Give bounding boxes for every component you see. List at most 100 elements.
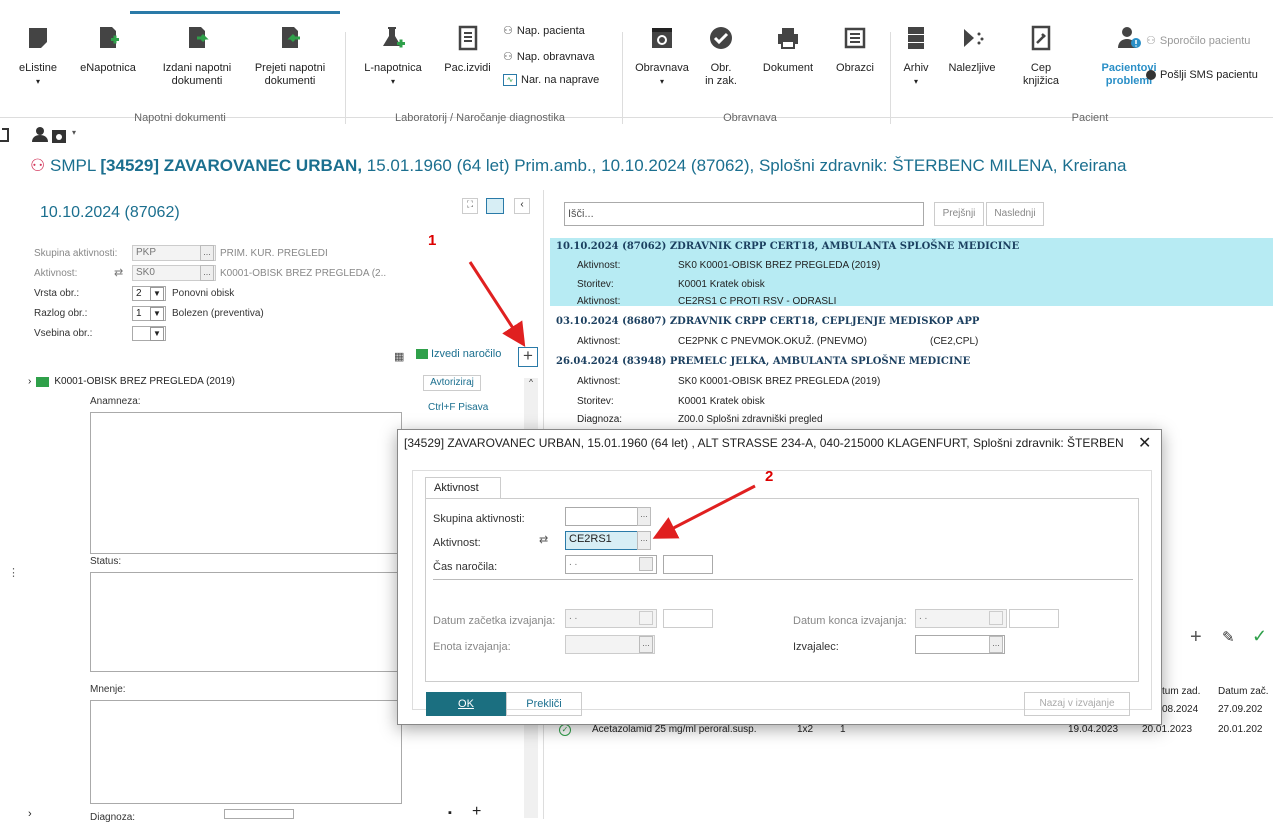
- izdani-button[interactable]: Izdani napotni dokumenti: [152, 24, 242, 88]
- cell: Acetazolamid 25 mg/ml peroral.susp.: [592, 724, 757, 735]
- obravnava-button[interactable]: Obravnava ▾: [630, 24, 694, 88]
- d-datum-zacetka-label: Datum začetka izvajanja:: [433, 615, 556, 627]
- d-skupina-field[interactable]: [565, 507, 639, 526]
- plus-icon[interactable]: +: [472, 803, 481, 821]
- layout-toggle-button[interactable]: [486, 198, 504, 214]
- obrazci-label: Obrazci: [836, 62, 874, 74]
- swap-icon[interactable]: ⇄: [114, 266, 123, 279]
- entry-head[interactable]: 10.10.2024 (87062) ZDRAVNIK CRPP CERT18,…: [556, 241, 1019, 252]
- search-input[interactable]: Išči...: [564, 202, 924, 226]
- entry-val: SK0 K0001-OBISK BREZ PREGLEDA (2019): [678, 260, 881, 271]
- d-datum-konca-label: Datum konca izvajanja:: [793, 615, 907, 627]
- pacizvidi-button[interactable]: Pac.izvidi: [440, 24, 495, 75]
- entry-key: Storitev:: [577, 279, 614, 290]
- elistine-button[interactable]: eListine ▾: [18, 24, 58, 88]
- chevron-down-icon[interactable]: ▼: [150, 327, 164, 341]
- d-enota-label: Enota izvajanja:: [433, 641, 511, 653]
- ok-button[interactable]: OK: [426, 692, 506, 716]
- col-datum-zad[interactable]: tum zad.: [1162, 686, 1200, 697]
- add-order-button[interactable]: +: [518, 347, 538, 367]
- mnenje-textarea[interactable]: [90, 700, 402, 804]
- sporocilo-button[interactable]: ⚇ Sporočilo pacientu: [1146, 34, 1251, 48]
- tab-aktivnost[interactable]: Aktivnost: [425, 477, 501, 499]
- prejeti-button[interactable]: Prejeti napotni dokumenti: [245, 24, 335, 88]
- razlog-desc: Bolezen (preventiva): [172, 308, 264, 319]
- cep-label-1: Cep: [1030, 62, 1052, 74]
- check-circle-icon: [710, 27, 732, 49]
- obrazci-button[interactable]: Obrazci: [830, 24, 880, 75]
- entry-head[interactable]: 26.04.2024 (83948) PREMELC JELKA, AMBULA…: [556, 356, 970, 367]
- svg-text:▾: ▾: [72, 128, 76, 137]
- dokument-button[interactable]: Dokument: [756, 24, 820, 75]
- sporocilo-label: Sporočilo pacientu: [1159, 34, 1251, 47]
- d-izvajalec-browse-button[interactable]: ...: [989, 636, 1003, 653]
- entry-key: Aktivnost:: [577, 296, 621, 307]
- nap-pacienta-button[interactable]: ⚇ Nap. pacienta: [503, 24, 585, 38]
- trash-icon[interactable]: ▪: [448, 807, 452, 819]
- splitter-handle[interactable]: ⋮: [8, 566, 19, 579]
- chevron-down-icon[interactable]: ▼: [150, 287, 164, 301]
- edit-icon[interactable]: ✎: [1222, 628, 1235, 646]
- enapotnica-button[interactable]: eNapotnica: [73, 24, 143, 75]
- col-datum-zac[interactable]: Datum zač.: [1218, 686, 1269, 697]
- sms-button[interactable]: Pošlji SMS pacientu: [1146, 69, 1258, 81]
- check-circle-icon: ✓: [559, 724, 571, 736]
- document-icon: [29, 28, 47, 48]
- calendar-icon[interactable]: [639, 557, 653, 571]
- next-button[interactable]: Naslednji: [986, 202, 1044, 226]
- skupina-desc: PRIM. KUR. PREGLEDI: [220, 248, 328, 259]
- cancel-button[interactable]: Prekliči: [506, 692, 582, 716]
- entry-key: Storitev:: [577, 396, 614, 407]
- grid-icon[interactable]: ▦: [394, 350, 408, 363]
- vrsta-label: Vrsta obr.:: [34, 288, 80, 299]
- forms-icon: [844, 27, 866, 49]
- vrsta-desc: Ponovni obisk: [172, 288, 235, 299]
- d-datum-konca-time[interactable]: [1009, 609, 1059, 628]
- skupina-browse-button[interactable]: ...: [200, 245, 214, 261]
- nap-obravnava-button[interactable]: ⚇ Nap. obravnava: [503, 50, 595, 64]
- tree-item[interactable]: › K0001-OBISK BREZ PREGLEDA (2019): [28, 376, 235, 387]
- calendar-icon[interactable]: [989, 611, 1003, 625]
- nazaj-button[interactable]: Nazaj v izvajanje: [1024, 692, 1130, 716]
- lnapotnica-button[interactable]: L-napotnica ▾: [356, 24, 430, 88]
- confirm-icon[interactable]: ✓: [1252, 626, 1267, 647]
- izdani-label-2: dokumenti: [171, 75, 223, 87]
- d-enota-browse-button[interactable]: ...: [639, 636, 653, 653]
- d-skupina-browse-button[interactable]: ...: [637, 507, 651, 526]
- d-cas-time[interactable]: [663, 555, 713, 574]
- arhiv-label: Arhiv: [903, 62, 929, 74]
- chevron-down-icon[interactable]: ▼: [150, 307, 164, 321]
- arhiv-button[interactable]: Arhiv ▾: [896, 24, 936, 88]
- d-aktivnost-browse-button[interactable]: ...: [637, 531, 651, 550]
- izvedi-label: Izvedi naročilo: [431, 348, 502, 360]
- elistine-label: eListine: [19, 62, 57, 74]
- status-textarea[interactable]: [90, 572, 402, 672]
- cep-knjizica-button[interactable]: Cep knjižica: [1015, 24, 1067, 88]
- izvedi-narocilo-button[interactable]: Izvedi naročilo: [416, 348, 501, 360]
- tab-panel: [425, 498, 1139, 682]
- collapse-left-icon[interactable]: ‹: [514, 198, 530, 214]
- swap-icon[interactable]: ⇄: [539, 533, 548, 546]
- prejeti-label-2: dokumenti: [264, 75, 316, 87]
- aktivnost-browse-button[interactable]: ...: [200, 265, 214, 281]
- obr-zak-button[interactable]: Obr. in zak.: [696, 24, 746, 88]
- chevron-right-icon[interactable]: ›: [28, 808, 32, 820]
- diagnoza-field[interactable]: [224, 809, 294, 819]
- anamneza-textarea[interactable]: [90, 412, 402, 554]
- d-datum-zacetka-time[interactable]: [663, 609, 713, 628]
- add-icon[interactable]: +: [1190, 626, 1202, 649]
- anamneza-label: Anamneza:: [90, 396, 141, 407]
- prev-button[interactable]: Prejšnji: [934, 202, 984, 226]
- d-skupina-label: Skupina aktivnosti:: [433, 513, 525, 525]
- entry-head[interactable]: 03.10.2024 (86807) ZDRAVNIK CRPP CERT18,…: [556, 316, 979, 327]
- divider: [890, 32, 891, 124]
- nar-naprave-button[interactable]: ∿ Nar. na naprave: [503, 74, 599, 86]
- ctrlf-pisava-button[interactable]: Ctrl+F Pisava: [428, 402, 488, 413]
- visit-date: 10.10.2024 (87062): [40, 204, 180, 221]
- expand-icon[interactable]: ⛶: [462, 198, 478, 214]
- nalezljive-button[interactable]: Nalezljive: [940, 24, 1004, 75]
- avtoriziraj-button[interactable]: Avtoriziraj: [423, 375, 481, 391]
- close-icon[interactable]: ✕: [1138, 433, 1151, 453]
- calendar-icon[interactable]: [639, 611, 653, 625]
- d-aktivnost-field[interactable]: CE2RS1: [565, 531, 639, 550]
